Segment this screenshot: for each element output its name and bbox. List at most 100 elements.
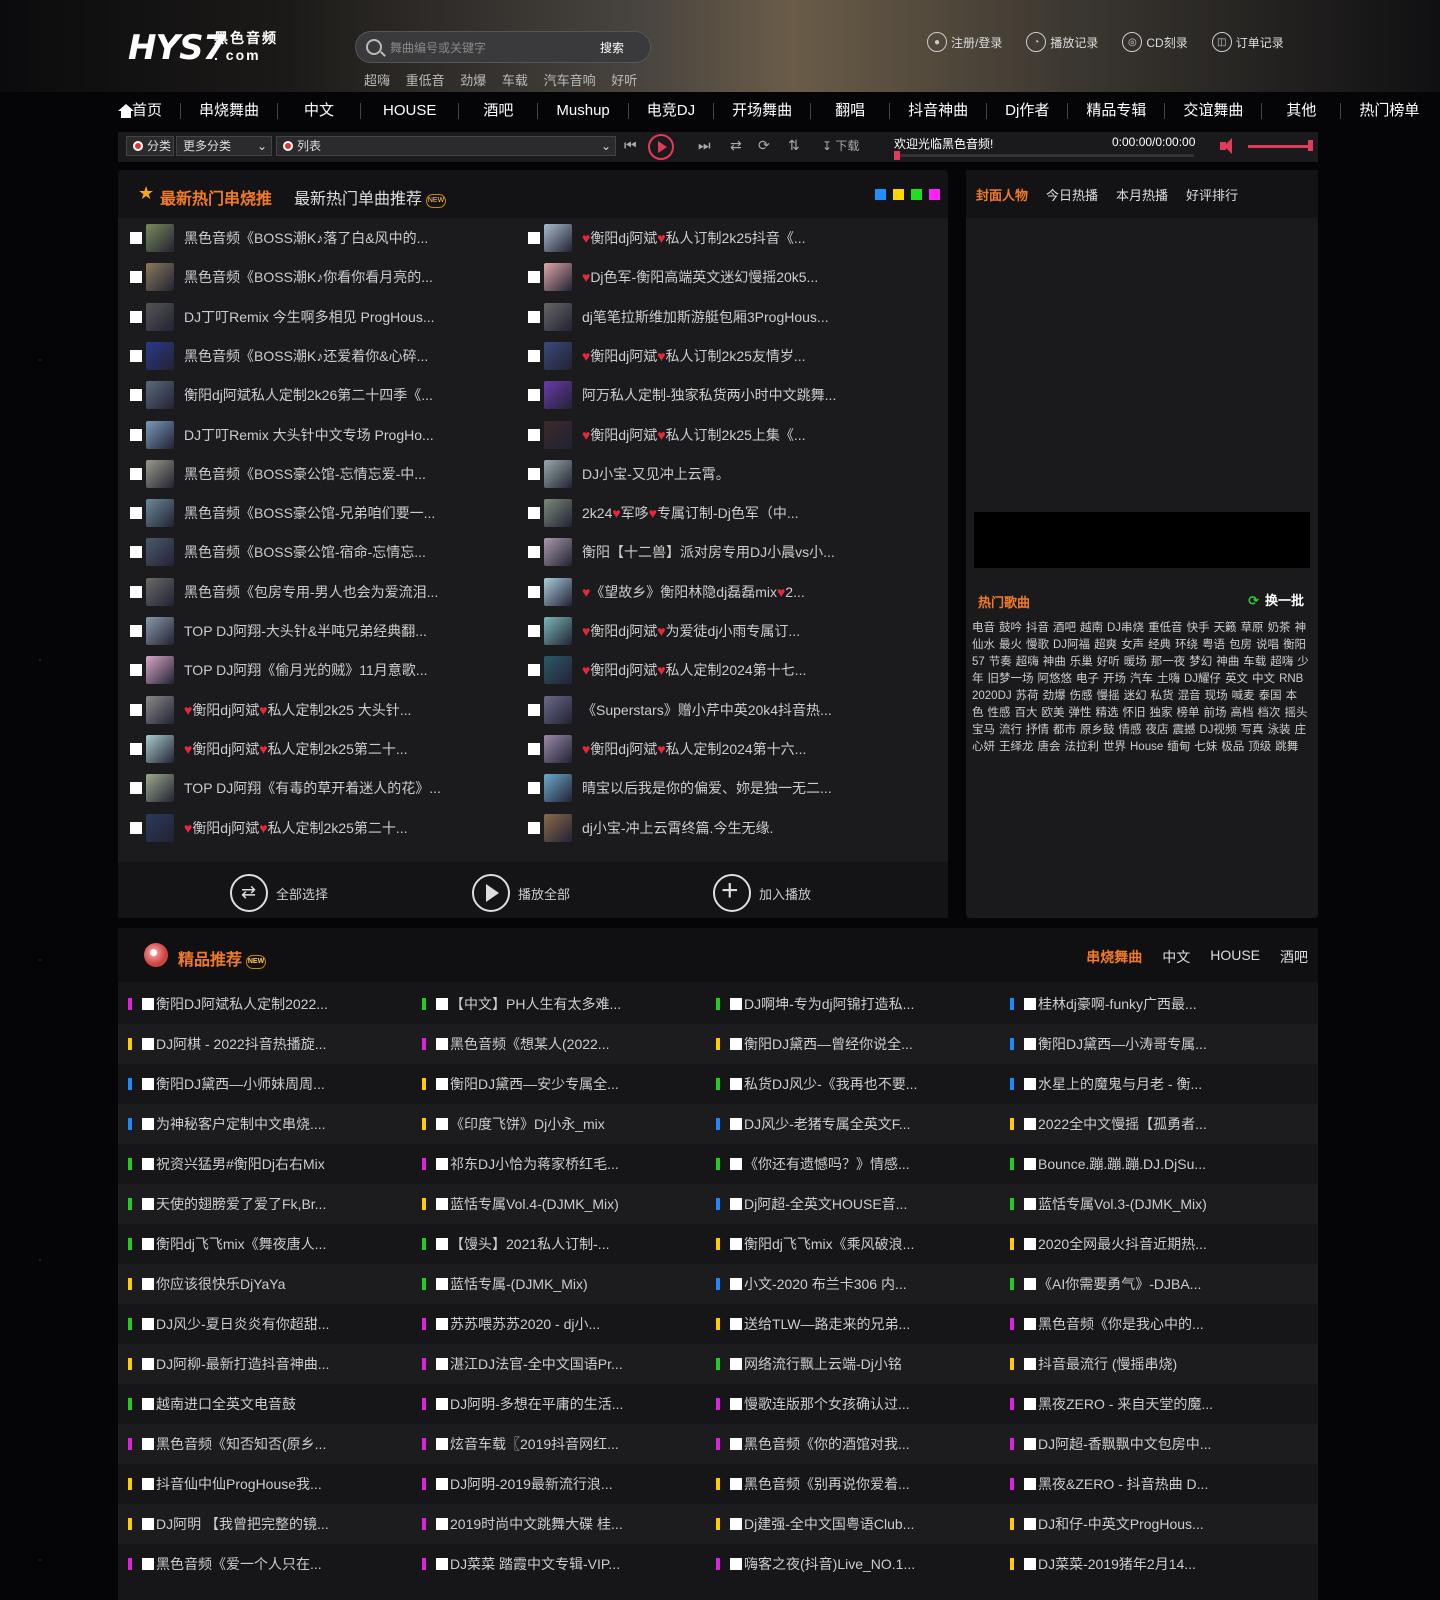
tag-link[interactable]: 暖场 <box>1124 656 1147 668</box>
song-checkbox[interactable] <box>528 310 540 323</box>
tag-link[interactable]: 档次 <box>1258 707 1281 719</box>
nav-item[interactable]: 中文 <box>278 103 362 119</box>
order-history-link[interactable]: ◫ 订单记录 <box>1211 32 1284 52</box>
song-checkbox[interactable] <box>1024 1438 1036 1450</box>
shuffle-icon[interactable]: ⇄ <box>730 137 742 154</box>
volume-bar[interactable] <box>1248 145 1312 148</box>
hot-tag[interactable]: 劲爆 <box>460 73 486 88</box>
song-title[interactable]: 祝资兴猛男#衡阳Dj右右Mix <box>156 1154 325 1174</box>
tab-top-rated[interactable]: 好评排行 <box>1186 185 1238 204</box>
featured-row[interactable]: 小文-2020 布兰卡306 内... <box>706 1264 996 1304</box>
tag-link[interactable]: 精选 <box>1096 707 1119 719</box>
song-title[interactable]: 你应该很快乐DjYaYa <box>156 1274 285 1294</box>
featured-row[interactable]: 蓝恬专属Vol.3-(DJMK_Mix) <box>1000 1184 1290 1224</box>
hot-tag[interactable]: 汽车音响 <box>544 73 596 88</box>
song-checkbox[interactable] <box>730 1158 742 1170</box>
tag-link[interactable]: 混音 <box>1178 690 1201 702</box>
song-title[interactable]: 黑色音频《你的酒馆对我... <box>744 1434 910 1454</box>
play-history-link[interactable]: ◔ 播放记录 <box>1026 32 1098 52</box>
tag-link[interactable]: 开场 <box>1103 673 1126 685</box>
featured-row[interactable]: 网络流行飘上云端-Dj小铭 <box>706 1344 996 1384</box>
featured-row[interactable]: 桂林dj豪啊-funky广西最... <box>1000 984 1290 1024</box>
song-checkbox[interactable] <box>130 546 142 559</box>
song-title[interactable]: ♥衡阳dj阿斌♥为爱徒dj小雨专属订... <box>582 621 800 641</box>
song-title[interactable]: 网络流行飘上云端-Dj小铭 <box>744 1354 902 1374</box>
song-row[interactable]: TOP DJ阿翔-大头针&半吨兄弟经典翻... <box>118 611 518 651</box>
tag-link[interactable]: 宝马 <box>972 724 995 736</box>
song-title[interactable]: 越南进口全英文电音鼓 <box>156 1394 296 1414</box>
song-checkbox[interactable] <box>730 998 742 1010</box>
song-title[interactable]: 黑色音频《BOSS潮K♪你看你看月亮的... <box>184 267 433 287</box>
tab-today-hot[interactable]: 今日热播 <box>1046 185 1098 204</box>
tag-link[interactable]: 电子 <box>1076 673 1099 685</box>
song-title[interactable]: ♥《望故乡》衡阳林隐dj磊磊mix♥2... <box>582 582 805 602</box>
tag-link[interactable]: 百大 <box>1015 707 1038 719</box>
search-input[interactable] <box>390 38 590 58</box>
hot-tag[interactable]: 超嗨 <box>364 73 390 88</box>
song-title[interactable]: 黑色音频《BOSS豪公馆-忘情忘爱-中... <box>184 464 426 484</box>
tag-link[interactable]: 劲爆 <box>1043 690 1066 702</box>
tab-hot-single[interactable]: 最新热门单曲推荐 NEW <box>294 185 447 209</box>
song-title[interactable]: 桂林dj豪啊-funky广西最... <box>1038 994 1197 1014</box>
song-title[interactable]: 《印度飞饼》Dj小永_mix <box>450 1114 605 1134</box>
nav-item[interactable]: 开场舞曲 <box>714 103 812 119</box>
song-title[interactable]: 衡阳dj阿斌私人定制2k26第二十四季《... <box>184 385 433 405</box>
song-checkbox[interactable] <box>528 703 540 716</box>
song-checkbox[interactable] <box>730 1438 742 1450</box>
song-row[interactable]: dj小宝-冲上云霄终篇.今生无缘. <box>516 808 916 848</box>
tag-link[interactable]: 前场 <box>1204 707 1227 719</box>
tag-link[interactable]: 性感 <box>988 707 1011 719</box>
song-row[interactable]: ♥衡阳dj阿斌♥私人订制2k25抖音《... <box>516 218 916 258</box>
login-link[interactable]: ● 注册/登录 <box>927 32 1002 52</box>
song-title[interactable]: 湛江DJ法官-全中文国语Pr... <box>450 1354 623 1374</box>
tag-link[interactable]: 泳装 <box>1268 724 1291 736</box>
featured-row[interactable]: 越南进口全英文电音鼓 <box>118 1384 408 1424</box>
song-checkbox[interactable] <box>436 1278 448 1290</box>
song-row[interactable]: 黑色音频《BOSS潮K♪还爱着你&心碎... <box>118 336 518 376</box>
nav-item[interactable]: 精品专辑 <box>1068 103 1166 119</box>
song-title[interactable]: DJ小宝-又见冲上云霄。 <box>582 464 730 484</box>
song-row[interactable]: 衡阳dj阿斌私人定制2k26第二十四季《... <box>118 375 518 415</box>
tag-link[interactable]: 粤语 <box>1202 639 1225 651</box>
tag-link[interactable]: 草原 <box>1241 622 1264 634</box>
tab-month-hot[interactable]: 本月热播 <box>1116 185 1168 204</box>
song-title[interactable]: 苏苏喂苏苏2020 - dj小... <box>450 1314 600 1334</box>
tag-link[interactable]: 顶级 <box>1248 741 1271 753</box>
song-checkbox[interactable] <box>528 782 540 795</box>
song-row[interactable]: ♥《望故乡》衡阳林隐dj磊磊mix♥2... <box>516 572 916 612</box>
featured-row[interactable]: 水星上的魔鬼与月老 - 衡... <box>1000 1064 1290 1104</box>
featured-row[interactable]: 黑色音频《你是我心中的... <box>1000 1304 1290 1344</box>
volume-knob[interactable] <box>1308 140 1313 151</box>
tab-cover-artist[interactable]: 封面人物 <box>976 185 1028 204</box>
song-title[interactable]: 黑色音频《BOSS潮K♪还爱着你&心碎... <box>184 346 428 366</box>
song-checkbox[interactable] <box>528 271 540 284</box>
song-row[interactable]: ♥衡阳dj阿斌♥私人定制2024第十六... <box>516 729 916 769</box>
song-title[interactable]: 衡阳DJ黛西—小涛哥专属... <box>1038 1034 1207 1054</box>
song-checkbox[interactable] <box>730 1238 742 1250</box>
song-checkbox[interactable] <box>130 232 142 244</box>
tag-link[interactable]: 越南 <box>1080 622 1103 634</box>
tag-link[interactable]: 流行 <box>999 724 1022 736</box>
featured-row[interactable]: DJ风少-老猪专属全英文F... <box>706 1104 996 1144</box>
featured-row[interactable]: 衡阳dj飞飞mix《舞夜唐人... <box>118 1224 408 1264</box>
song-title[interactable]: 黑色音频《知否知否(原乡... <box>156 1434 326 1454</box>
song-title[interactable]: ♥衡阳dj阿斌♥私人定制2024第十七... <box>582 660 806 680</box>
song-title[interactable]: DJ阿超-香飘飘中文包房中... <box>1038 1434 1211 1454</box>
song-checkbox[interactable] <box>730 1318 742 1330</box>
hot-tag[interactable]: 车载 <box>502 73 528 88</box>
song-title[interactable]: 送给TLW—路走来的兄弟... <box>744 1314 910 1334</box>
song-checkbox[interactable] <box>142 1078 154 1090</box>
featured-row[interactable]: 祁东DJ小恰为蒋家桥红毛... <box>412 1144 702 1184</box>
song-title[interactable]: 【馒头】2021私人订制-... <box>450 1234 609 1254</box>
featured-row[interactable]: 黑夜&ZERO - 抖音热曲 D... <box>1000 1464 1290 1504</box>
song-title[interactable]: 2020全网最火抖音近期热... <box>1038 1234 1207 1254</box>
song-checkbox[interactable] <box>130 271 142 284</box>
song-title[interactable]: 小文-2020 布兰卡306 内... <box>744 1274 907 1294</box>
cd-burn-link[interactable]: ◎ CD刻录 <box>1122 32 1188 52</box>
tag-link[interactable]: DJ阿福 <box>1053 639 1090 651</box>
progress-bar[interactable] <box>894 151 1194 160</box>
featured-row[interactable]: 黑色音频《知否知否(原乡... <box>118 1424 408 1464</box>
song-checkbox[interactable] <box>528 507 540 520</box>
song-checkbox[interactable] <box>1024 1518 1036 1530</box>
song-checkbox[interactable] <box>528 585 540 598</box>
